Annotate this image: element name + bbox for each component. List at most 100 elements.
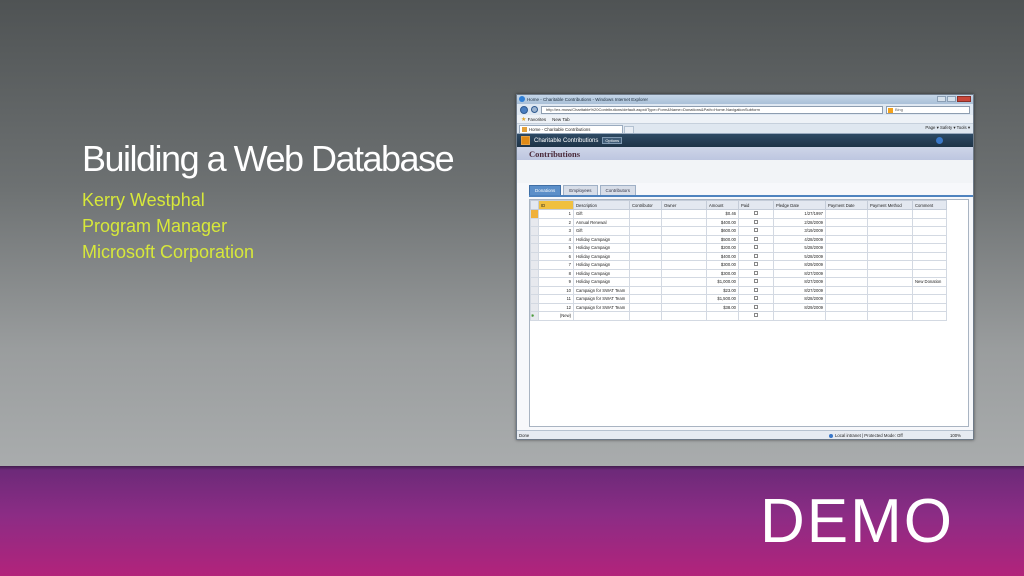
cell-paid[interactable] xyxy=(738,226,774,236)
cell-payment-date[interactable] xyxy=(825,251,868,261)
new-tab-button[interactable] xyxy=(624,126,634,133)
cell-description[interactable]: Annual Renewal xyxy=(573,217,630,227)
cell-pledge-date[interactable]: 8/27/2009 xyxy=(773,277,826,287)
browser-tab-active[interactable]: Home - Charitable Contributions xyxy=(519,125,623,133)
table-row[interactable]: 8 Holiday Campaign $300.00 8/27/2009 xyxy=(530,268,947,278)
cell-paid[interactable] xyxy=(738,260,774,270)
cell-contributor[interactable] xyxy=(629,234,662,244)
cell-pledge-date[interactable]: 2/28/2009 xyxy=(773,217,826,227)
paid-checkbox[interactable] xyxy=(754,219,758,224)
paid-checkbox[interactable] xyxy=(754,236,758,241)
cell-contributor[interactable] xyxy=(629,209,662,219)
cell-id[interactable]: 9 xyxy=(538,277,574,287)
cell-comment[interactable] xyxy=(912,243,947,253)
cell-payment-method[interactable] xyxy=(867,268,913,278)
table-row[interactable]: 3 Gift $600.00 3/19/2009 xyxy=(530,226,947,236)
cell-pledge-date[interactable]: 8/27/2009 xyxy=(773,268,826,278)
address-input[interactable]: http://ex-moss/Charitable%20Contribution… xyxy=(541,105,883,114)
cell-comment[interactable] xyxy=(912,209,947,219)
row-selector[interactable] xyxy=(530,302,539,312)
options-button[interactable]: Options xyxy=(602,137,623,144)
table-row[interactable]: 6 Holiday Campaign $400.00 5/28/2009 xyxy=(530,251,947,261)
cell-id[interactable]: 11 xyxy=(538,294,574,304)
cell-contributor[interactable] xyxy=(629,251,662,261)
cell-paid[interactable] xyxy=(738,217,774,227)
empty-cell[interactable] xyxy=(825,311,868,321)
new-row-selector[interactable]: ✱ xyxy=(530,311,539,321)
cell-pledge-date[interactable]: 8/29/2009 xyxy=(773,302,826,312)
home-icon[interactable] xyxy=(521,136,530,145)
cell-payment-method[interactable] xyxy=(867,277,913,287)
help-icon[interactable] xyxy=(936,137,943,144)
table-row[interactable]: 2 Annual Renewal $400.00 2/28/2009 xyxy=(530,217,947,227)
cell-payment-date[interactable] xyxy=(825,243,868,253)
cell-id[interactable]: 10 xyxy=(538,285,574,295)
column-header-payment-date[interactable]: Payment Date xyxy=(825,200,868,210)
row-selector[interactable] xyxy=(530,268,539,278)
cell-payment-date[interactable] xyxy=(825,234,868,244)
cell-payment-method[interactable] xyxy=(867,285,913,295)
table-row[interactable]: 10 Campaign for SWAT Team $23.00 8/27/2009 xyxy=(530,285,947,295)
column-header-payment-method[interactable]: Payment Method xyxy=(867,200,913,210)
minimize-button[interactable] xyxy=(937,96,946,102)
cell-payment-method[interactable] xyxy=(867,243,913,253)
cell-paid[interactable] xyxy=(738,251,774,261)
cell-payment-method[interactable] xyxy=(867,217,913,227)
cell-amount[interactable]: $500.00 xyxy=(706,234,739,244)
cell-contributor[interactable] xyxy=(629,268,662,278)
cell-paid[interactable] xyxy=(738,302,774,312)
close-button[interactable] xyxy=(957,96,971,102)
cell-description[interactable]: Campaign for SWAT Team xyxy=(573,302,630,312)
cell-paid[interactable] xyxy=(738,209,774,219)
empty-cell[interactable] xyxy=(629,311,662,321)
cell-description[interactable]: Campaign for SWAT Team xyxy=(573,294,630,304)
cell-description[interactable]: Campaign for SWAT Team xyxy=(573,285,630,295)
row-selector[interactable] xyxy=(530,251,539,261)
tab-contributors[interactable]: Contributors xyxy=(599,185,637,195)
empty-cell[interactable] xyxy=(661,311,707,321)
cell-description[interactable]: Gift xyxy=(573,209,630,219)
cell-pledge-date[interactable]: 5/28/2009 xyxy=(773,251,826,261)
search-input[interactable]: Bing xyxy=(886,105,970,114)
paid-checkbox[interactable] xyxy=(754,262,758,267)
table-row[interactable]: 1 Gift $0.46 1/27/1997 xyxy=(530,209,947,219)
cell-paid[interactable] xyxy=(738,311,774,321)
cell-pledge-date[interactable]: 8/28/2009 xyxy=(773,294,826,304)
cell-pledge-date[interactable]: 4/28/2009 xyxy=(773,234,826,244)
cell-comment[interactable] xyxy=(912,217,947,227)
forward-button[interactable] xyxy=(531,106,538,113)
cell-payment-date[interactable] xyxy=(825,260,868,270)
column-header-paid[interactable]: Paid xyxy=(738,200,774,210)
empty-cell[interactable] xyxy=(867,311,913,321)
empty-cell[interactable] xyxy=(912,311,947,321)
cell-id[interactable]: 3 xyxy=(538,226,574,236)
cell-payment-date[interactable] xyxy=(825,294,868,304)
cell-id[interactable]: 8 xyxy=(538,268,574,278)
table-row[interactable]: 4 Holiday Campaign $500.00 4/28/2009 xyxy=(530,234,947,244)
cell-amount[interactable]: $23.00 xyxy=(706,285,739,295)
cell-comment[interactable] xyxy=(912,268,947,278)
column-header-amount[interactable]: Amount xyxy=(706,200,739,210)
cell-payment-date[interactable] xyxy=(825,226,868,236)
maximize-button[interactable] xyxy=(947,96,956,102)
cell-id[interactable]: 6 xyxy=(538,251,574,261)
tab-donations[interactable]: Donations xyxy=(529,185,562,195)
cell-payment-date[interactable] xyxy=(825,209,868,219)
cell-payment-method[interactable] xyxy=(867,251,913,261)
table-row[interactable]: 9 Holiday Campaign $1,000.00 8/27/2009 New D… xyxy=(530,277,947,287)
cell-comment[interactable] xyxy=(912,226,947,236)
cell-owner[interactable] xyxy=(661,277,707,287)
row-selector[interactable] xyxy=(530,217,539,227)
cell-contributor[interactable] xyxy=(629,217,662,227)
cell-payment-method[interactable] xyxy=(867,226,913,236)
cell-payment-method[interactable] xyxy=(867,302,913,312)
cell-owner[interactable] xyxy=(661,226,707,236)
cell-comment[interactable] xyxy=(912,294,947,304)
paid-checkbox[interactable] xyxy=(754,211,758,216)
paid-checkbox[interactable] xyxy=(754,228,758,233)
new-record-row[interactable]: ✱ (New) xyxy=(530,311,947,321)
cell-contributor[interactable] xyxy=(629,277,662,287)
cell-amount[interactable]: $1,500.00 xyxy=(706,294,739,304)
row-selector[interactable] xyxy=(530,285,539,295)
cell-payment-date[interactable] xyxy=(825,277,868,287)
